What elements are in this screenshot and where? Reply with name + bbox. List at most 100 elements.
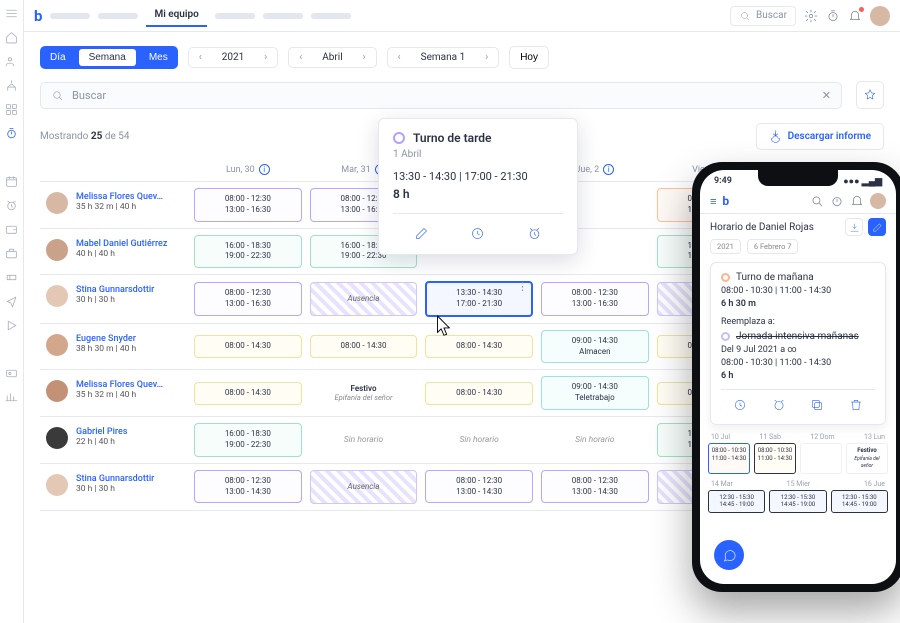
- mobile-cell[interactable]: [800, 443, 842, 474]
- edit-icon[interactable]: [412, 224, 430, 242]
- shift-cell[interactable]: 08:00 - 12:3013:00 - 14:30: [541, 470, 649, 504]
- chevron-left-icon[interactable]: ‹: [189, 48, 212, 67]
- briefcase-icon[interactable]: [5, 246, 19, 260]
- alarm-icon[interactable]: [526, 224, 544, 242]
- absence-cell[interactable]: Ausencia: [310, 282, 418, 316]
- org-icon[interactable]: [5, 78, 19, 92]
- mobile-tab[interactable]: 6 Febrero 7: [747, 239, 799, 254]
- menu-icon[interactable]: [5, 6, 19, 20]
- mobile-shift-cell[interactable]: 12:30 - 15:3014:45 - 19:00: [831, 490, 888, 513]
- bell-icon[interactable]: [848, 9, 862, 23]
- person-cell[interactable]: Gabriel Pires 22 h | 40 h: [40, 417, 190, 463]
- shift-cell[interactable]: ⋮13:30 - 14:3017:00 - 21:30: [425, 281, 533, 317]
- shift-cell[interactable]: 09:00 - 14:30Almacen: [541, 330, 649, 364]
- wallet-icon[interactable]: [5, 222, 19, 236]
- timer-icon[interactable]: [830, 194, 844, 208]
- person-name: Melissa Flores Quev…: [76, 192, 163, 202]
- nav-placeholder[interactable]: [98, 13, 138, 19]
- shift-cell[interactable]: 08:00 - 14:30: [194, 335, 302, 358]
- chevron-right-icon[interactable]: ›: [475, 48, 498, 67]
- stopwatch-icon[interactable]: [5, 126, 19, 140]
- range-day[interactable]: Día: [40, 46, 76, 69]
- menu-icon[interactable]: ≡: [710, 195, 716, 208]
- person-cell[interactable]: Stina Gunnarsdottir 30 h | 30 h: [40, 275, 190, 323]
- person-name: Stina Gunnarsdottir: [76, 474, 154, 484]
- person-cell[interactable]: Eugene Snyder 38 h 30 m | 40 h: [40, 324, 190, 370]
- alarm-icon[interactable]: [772, 398, 786, 415]
- shift-cell[interactable]: 08:00 - 14:30: [425, 382, 533, 405]
- people-icon[interactable]: [5, 54, 19, 68]
- mobile-shift-cell[interactable]: 08:00 - 10:3011:00 - 14:30: [708, 443, 750, 474]
- clear-icon[interactable]: ✕: [822, 89, 831, 102]
- favorite-button[interactable]: [856, 81, 884, 109]
- shift-cell[interactable]: 08:00 - 14:30: [310, 335, 418, 358]
- user-avatar[interactable]: [870, 6, 890, 26]
- gear-icon[interactable]: [804, 9, 818, 23]
- ticket-icon[interactable]: [5, 270, 19, 284]
- analytics-icon[interactable]: [5, 390, 19, 404]
- download-report-button[interactable]: Descargar informe: [756, 123, 884, 150]
- shift-cell[interactable]: 08:00 - 12:3013:00 - 14:30: [425, 470, 533, 504]
- person-cell[interactable]: Mabel Daniel Gutiérrez 40 h | 40 h: [40, 229, 190, 275]
- hr-icon[interactable]: [5, 366, 19, 380]
- shift-cell[interactable]: 08:00 - 12:3013:00 - 16:30: [541, 282, 649, 316]
- shift-cell[interactable]: 16:00 - 18:3019:00 - 22:30: [194, 235, 302, 269]
- clock-icon[interactable]: [469, 224, 487, 242]
- person-cell[interactable]: Stina Gunnarsdottir 30 h | 30 h: [40, 464, 190, 510]
- mobile-tab[interactable]: 2021: [710, 239, 741, 254]
- mobile-holiday-cell[interactable]: FestivoEpifanía del señor: [846, 443, 888, 474]
- person-cell[interactable]: Melissa Flores Quev… 35 h 32 m | 40 h: [40, 370, 190, 416]
- mobile-shift-cell[interactable]: 12:30 - 15:3014:45 - 19:00: [769, 490, 826, 513]
- nav-placeholder[interactable]: [311, 13, 351, 19]
- shift-cell[interactable]: 08:00 - 14:30: [425, 335, 533, 358]
- nav-active-tab[interactable]: Mi equipo: [146, 4, 206, 27]
- home-icon[interactable]: [5, 30, 19, 44]
- table-search[interactable]: Buscar ✕: [40, 82, 842, 109]
- year-label[interactable]: 2021: [212, 48, 254, 67]
- send-icon[interactable]: [5, 294, 19, 308]
- timer-icon[interactable]: [826, 9, 840, 23]
- range-week[interactable]: Semana: [79, 49, 136, 66]
- mobile-shift-cell[interactable]: 12:30 - 15:3014:45 - 19:00: [708, 490, 765, 513]
- mobile-shift-cell[interactable]: 08:00 - 10:3011:00 - 14:30: [754, 443, 796, 474]
- chevron-right-icon[interactable]: ›: [353, 48, 376, 67]
- month-label[interactable]: Abril: [312, 48, 352, 67]
- search-icon[interactable]: [810, 194, 824, 208]
- global-search[interactable]: Buscar: [730, 6, 796, 26]
- calendar-icon[interactable]: [5, 174, 19, 188]
- week-label[interactable]: Semana 1: [411, 48, 476, 67]
- person-cell[interactable]: Melissa Flores Quev… 35 h 32 m | 40 h: [40, 182, 190, 228]
- shift-cell[interactable]: 09:00 - 14:30Teletrabajo: [541, 376, 649, 410]
- shift-cell[interactable]: 08:00 - 12:3013:00 - 14:30: [194, 470, 302, 504]
- shift-color-ring-icon: [721, 332, 730, 341]
- chevron-left-icon[interactable]: ‹: [289, 48, 312, 67]
- kebab-icon[interactable]: ⋮: [517, 285, 528, 289]
- user-avatar[interactable]: [870, 193, 886, 209]
- range-month[interactable]: Mes: [139, 46, 178, 69]
- info-icon[interactable]: i: [259, 164, 270, 175]
- shift-cell[interactable]: 08:00 - 12:3013:00 - 16:30: [194, 282, 302, 316]
- nav-placeholder[interactable]: [263, 13, 303, 19]
- shift-cell[interactable]: 16:00 - 18:3019:00 - 22:30: [194, 423, 302, 457]
- person-name: Gabriel Pires: [76, 427, 127, 437]
- mobile-edit-button[interactable]: [868, 218, 886, 236]
- grid-icon[interactable]: [5, 102, 19, 116]
- absence-cell[interactable]: Ausencia: [310, 470, 418, 504]
- result-count: Mostrando 25 de 54: [40, 131, 130, 142]
- clock-icon[interactable]: [733, 398, 747, 415]
- trash-icon[interactable]: [849, 398, 863, 415]
- nav-placeholder[interactable]: [50, 13, 90, 19]
- shift-cell[interactable]: 08:00 - 12:3013:00 - 16:30: [194, 188, 302, 222]
- bell-icon[interactable]: [850, 194, 864, 208]
- info-icon[interactable]: i: [603, 164, 614, 175]
- chevron-left-icon[interactable]: ‹: [388, 48, 411, 67]
- today-button[interactable]: Hoy: [509, 46, 549, 69]
- chevron-right-icon[interactable]: ›: [254, 48, 277, 67]
- alarm-icon[interactable]: [5, 198, 19, 212]
- nav-placeholder[interactable]: [215, 13, 255, 19]
- mobile-chat-fab[interactable]: [714, 540, 744, 570]
- copy-icon[interactable]: [810, 398, 824, 415]
- play-icon[interactable]: [5, 318, 19, 332]
- shift-cell[interactable]: 08:00 - 14:30: [194, 382, 302, 405]
- mobile-download-button[interactable]: [845, 218, 863, 236]
